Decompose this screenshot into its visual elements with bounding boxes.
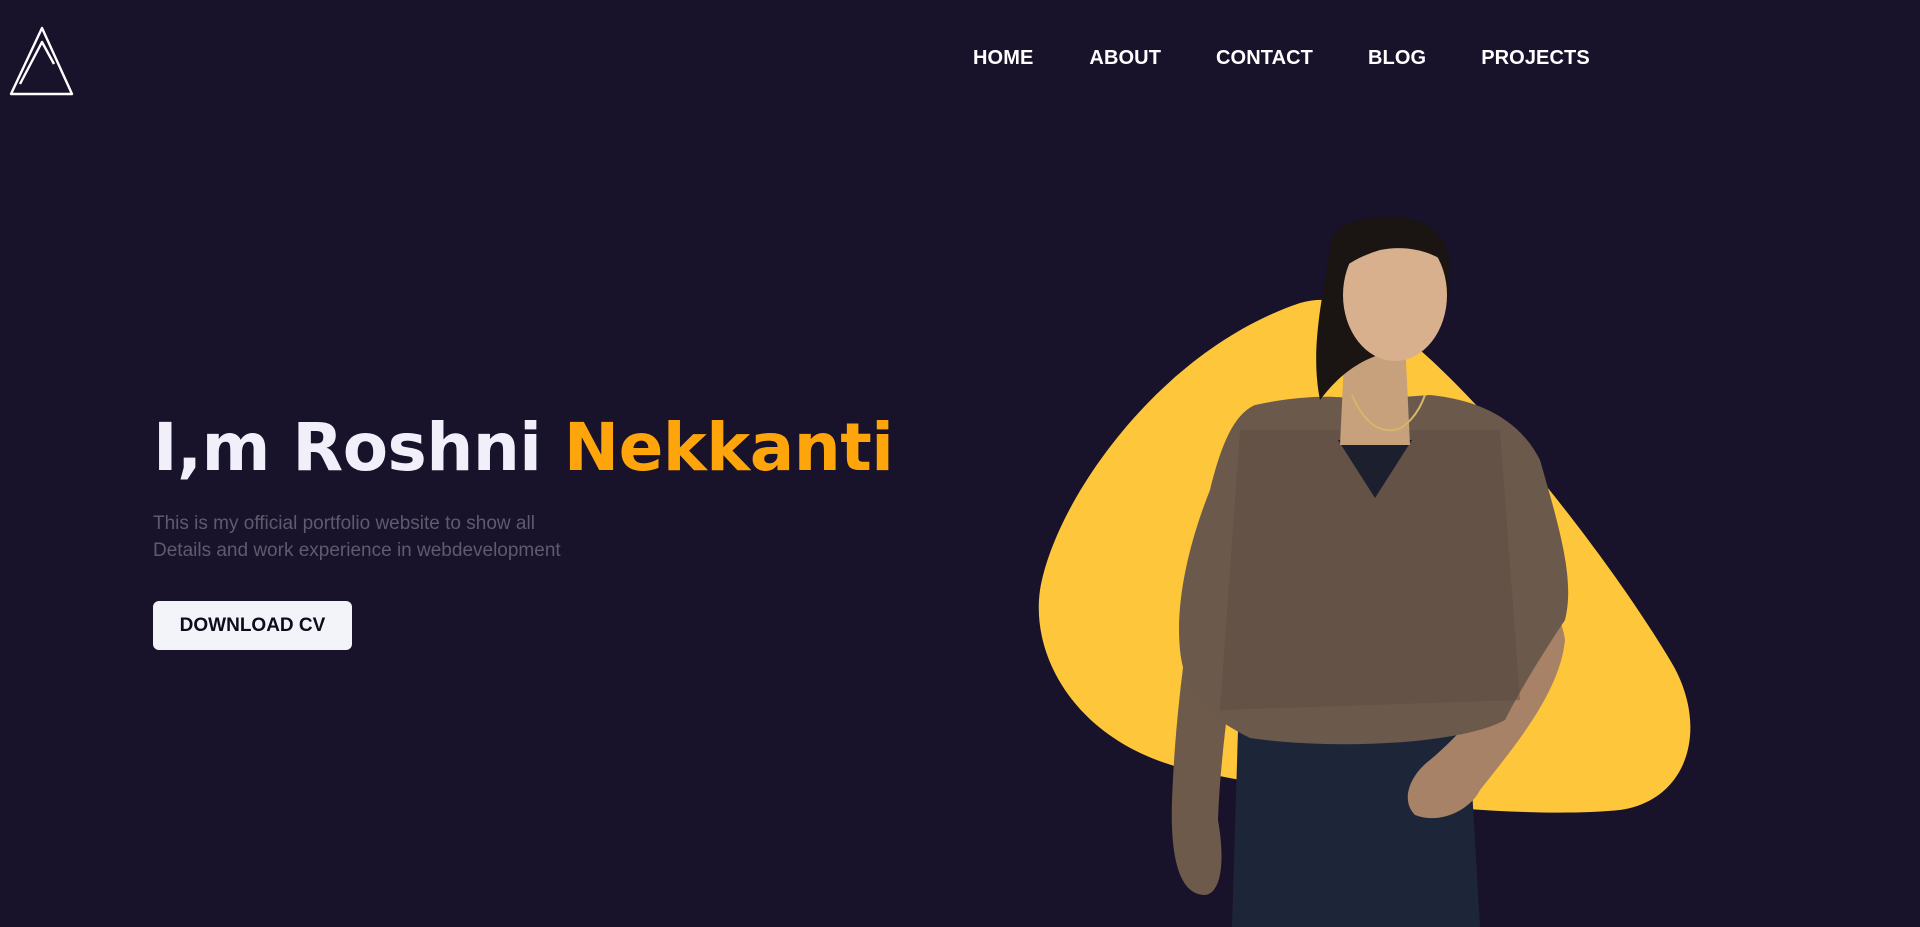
person-blouse-pattern [1220, 430, 1520, 710]
download-cv-button[interactable]: DOWNLOAD CV [153, 601, 352, 650]
person-trousers [1232, 720, 1480, 927]
person-neck [1340, 340, 1410, 445]
nav-contact-link[interactable]: CONTACT [1216, 47, 1313, 70]
yellow-blob-shape [1038, 299, 1691, 813]
nav-projects-link[interactable]: PROJECTS [1481, 47, 1590, 70]
person-left-arm [1171, 560, 1240, 895]
hero-title: I,m Roshni Nekkanti [153, 408, 894, 488]
hero-description-line1: This is my official portfolio website to… [153, 513, 535, 534]
nav-blog-link[interactable]: BLOG [1368, 47, 1426, 70]
triangle-logo-icon[interactable] [8, 24, 76, 96]
person-hair [1316, 217, 1451, 400]
main-nav: HOME ABOUT CONTACT BLOG PROJECTS [973, 47, 1590, 70]
person-necklace [1351, 394, 1426, 432]
person-blouse [1179, 395, 1569, 745]
hero-greeting: I,m Roshni [153, 409, 542, 486]
portfolio-page: HOME ABOUT CONTACT BLOG PROJECTS I,m Ros… [0, 0, 1920, 927]
nav-home-link[interactable]: HOME [973, 47, 1033, 70]
hero-description: This is my official portfolio website to… [153, 510, 613, 564]
person-right-arm [1407, 540, 1565, 819]
person-face [1343, 229, 1447, 361]
nav-about-link[interactable]: ABOUT [1089, 47, 1161, 70]
person-neckline [1338, 440, 1412, 498]
person-hair-top [1340, 218, 1450, 270]
hero-description-line2: Details and work experience in webdevelo… [153, 540, 561, 561]
hero-surname: Nekkanti [563, 409, 894, 486]
